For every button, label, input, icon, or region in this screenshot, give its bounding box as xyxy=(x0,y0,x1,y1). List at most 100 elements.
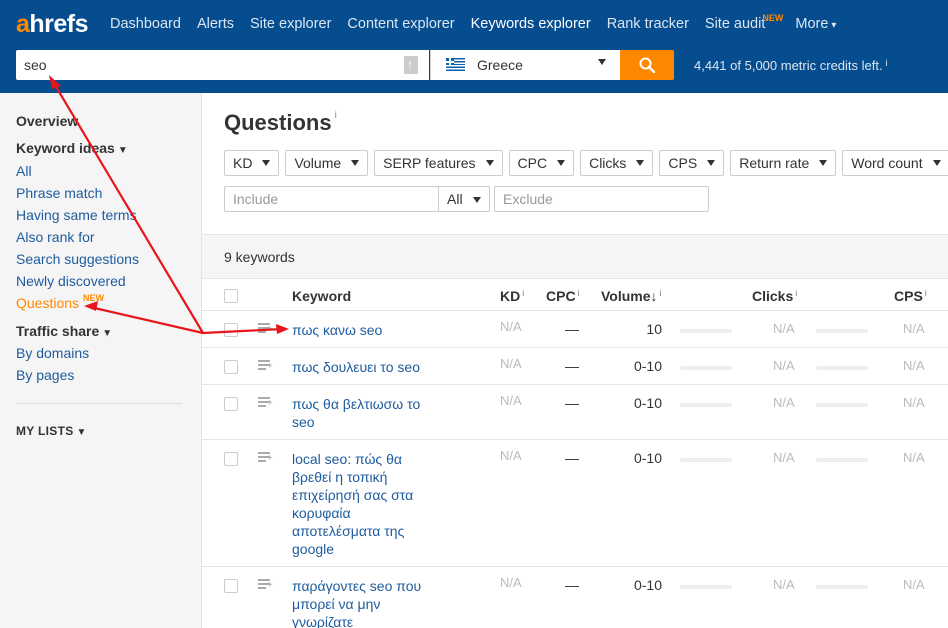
column-cps-label: CPS xyxy=(894,288,923,304)
nav-site-explorer[interactable]: Site explorer xyxy=(250,16,331,38)
filter-return-rate[interactable]: Return rate xyxy=(730,150,837,176)
kd-value: N/A xyxy=(500,356,522,371)
country-select[interactable]: Greece xyxy=(430,50,620,80)
kd-value: N/A xyxy=(500,575,522,590)
sidebar-item-having-same-terms[interactable]: Having same terms xyxy=(16,207,137,223)
column-kd[interactable]: KD i xyxy=(500,288,524,304)
keyword-link[interactable]: πως κανω seo xyxy=(292,321,432,339)
info-icon[interactable]: i xyxy=(335,110,337,121)
keyword-search-input[interactable] xyxy=(16,50,396,80)
upload-icon[interactable] xyxy=(404,56,418,74)
filter-cps[interactable]: CPS xyxy=(659,150,725,176)
volume-value: 0-10 xyxy=(633,395,662,411)
add-to-list-icon[interactable] xyxy=(258,360,273,374)
sidebar-traffic-share[interactable]: Traffic share ▼ xyxy=(16,323,112,339)
filter-volume[interactable]: Volume xyxy=(285,150,369,176)
row-checkbox[interactable] xyxy=(224,452,238,466)
sidebar-overview[interactable]: Overview xyxy=(16,113,78,129)
caret-down-icon xyxy=(351,160,360,166)
cps-value: N/A xyxy=(903,358,925,373)
sidebar: Overview Keyword ideas ▼ All Phrase match… xyxy=(0,93,202,628)
sidebar-traffic-share-label: Traffic share xyxy=(16,323,100,339)
info-icon[interactable]: i xyxy=(578,288,580,298)
keyword-link[interactable]: παράγοντες seo που μπορεί να μην γνωρίζα… xyxy=(292,577,432,628)
select-all-checkbox[interactable] xyxy=(224,289,238,303)
clicks-trend-bar xyxy=(816,403,868,407)
filter-serp-features[interactable]: SERP features xyxy=(374,150,503,176)
add-to-list-icon[interactable] xyxy=(258,452,273,466)
nav-rank-tracker[interactable]: Rank tracker xyxy=(607,16,689,38)
row-checkbox[interactable] xyxy=(224,579,238,593)
sidebar-item-also-rank-for[interactable]: Also rank for xyxy=(16,229,95,245)
table-row: πως δουλευει το seo N/A — 0-10 N/A N/A xyxy=(202,348,948,385)
filter-clicks[interactable]: Clicks xyxy=(580,150,654,176)
caret-down-icon: ▼ xyxy=(102,328,113,339)
kd-value: N/A xyxy=(500,319,522,334)
nav-more-label: More xyxy=(795,16,829,32)
sidebar-item-by-pages[interactable]: By pages xyxy=(16,367,74,383)
clicks-value: N/A xyxy=(773,321,795,336)
exclude-input[interactable]: Exclude xyxy=(494,186,709,212)
sidebar-keyword-ideas[interactable]: Keyword ideas ▼ xyxy=(16,140,128,156)
cps-value: N/A xyxy=(903,577,925,592)
sidebar-item-phrase-match[interactable]: Phrase match xyxy=(16,185,102,201)
filter-word-count[interactable]: Word count xyxy=(842,150,948,176)
volume-trend-bar xyxy=(680,366,732,370)
sidebar-item-newly-discovered[interactable]: Newly discovered xyxy=(16,273,126,289)
info-icon[interactable]: i xyxy=(660,288,662,298)
row-checkbox[interactable] xyxy=(224,323,238,337)
column-clicks[interactable]: Clicks i xyxy=(752,288,797,304)
clicks-trend-bar xyxy=(816,329,868,333)
cpc-value: — xyxy=(565,321,579,337)
caret-down-icon xyxy=(707,160,716,166)
top-bar: ahrefs Dashboard Alerts Site explorer Co… xyxy=(0,0,948,93)
info-icon[interactable]: i xyxy=(522,288,524,298)
clicks-trend-bar xyxy=(816,458,868,462)
nav-more[interactable]: More ▾ xyxy=(795,16,836,38)
nav-content-explorer[interactable]: Content explorer xyxy=(347,16,454,38)
column-cpc[interactable]: CPC i xyxy=(546,288,580,304)
row-checkbox[interactable] xyxy=(224,397,238,411)
column-keyword[interactable]: Keyword xyxy=(292,288,351,304)
keyword-link[interactable]: πως θα βελτιωσω το seo xyxy=(292,395,432,431)
ahrefs-logo[interactable]: ahrefs xyxy=(16,10,89,39)
info-icon[interactable]: i xyxy=(795,288,797,298)
filter-label: Word count xyxy=(851,155,923,171)
row-checkbox[interactable] xyxy=(224,360,238,374)
add-to-list-icon[interactable] xyxy=(258,579,273,593)
volume-value: 0-10 xyxy=(633,450,662,466)
nav-alerts[interactable]: Alerts xyxy=(197,16,234,38)
keyword-link[interactable]: local seo: πώς θα βρεθεί η τοπική επιχεί… xyxy=(292,450,420,558)
column-volume[interactable]: Volume↓ i xyxy=(601,288,662,304)
filter-cpc[interactable]: CPC xyxy=(508,150,575,176)
nav-site-audit[interactable]: Site audit NEW xyxy=(705,13,783,38)
search-button[interactable] xyxy=(620,50,674,80)
info-icon[interactable]: i xyxy=(925,288,927,298)
add-to-list-icon[interactable] xyxy=(258,397,273,411)
sidebar-my-lists[interactable]: MY LISTS ▼ xyxy=(16,424,87,438)
clicks-value: N/A xyxy=(773,395,795,410)
volume-trend-bar xyxy=(680,585,732,589)
table-row: πως κανω seo N/A — 10 N/A N/A xyxy=(202,311,948,348)
column-clicks-label: Clicks xyxy=(752,288,794,304)
caret-down-icon: ▼ xyxy=(76,427,87,438)
sidebar-item-search-suggestions[interactable]: Search suggestions xyxy=(16,251,139,267)
include-input[interactable]: Include xyxy=(224,186,439,212)
sidebar-item-all[interactable]: All xyxy=(16,163,32,179)
clicks-value: N/A xyxy=(773,450,795,465)
nav-dashboard[interactable]: Dashboard xyxy=(110,16,181,38)
include-mode-select[interactable]: All xyxy=(438,186,490,212)
volume-value: 0-10 xyxy=(633,358,662,374)
keyword-link[interactable]: πως δουλευει το seo xyxy=(292,358,452,376)
info-icon[interactable]: i xyxy=(886,58,888,68)
sidebar-item-questions[interactable]: Questions NEW xyxy=(16,293,104,311)
sidebar-item-by-domains[interactable]: By domains xyxy=(16,345,89,361)
column-cps[interactable]: CPS i xyxy=(894,288,927,304)
sidebar-my-lists-label: MY LISTS xyxy=(16,424,74,438)
filter-kd[interactable]: KD xyxy=(224,150,280,176)
nav-keywords-explorer[interactable]: Keywords explorer xyxy=(471,16,591,38)
add-to-list-icon[interactable] xyxy=(258,323,273,337)
cpc-value: — xyxy=(565,450,579,466)
filter-label: Volume xyxy=(294,155,342,171)
filter-label: KD xyxy=(233,155,253,171)
